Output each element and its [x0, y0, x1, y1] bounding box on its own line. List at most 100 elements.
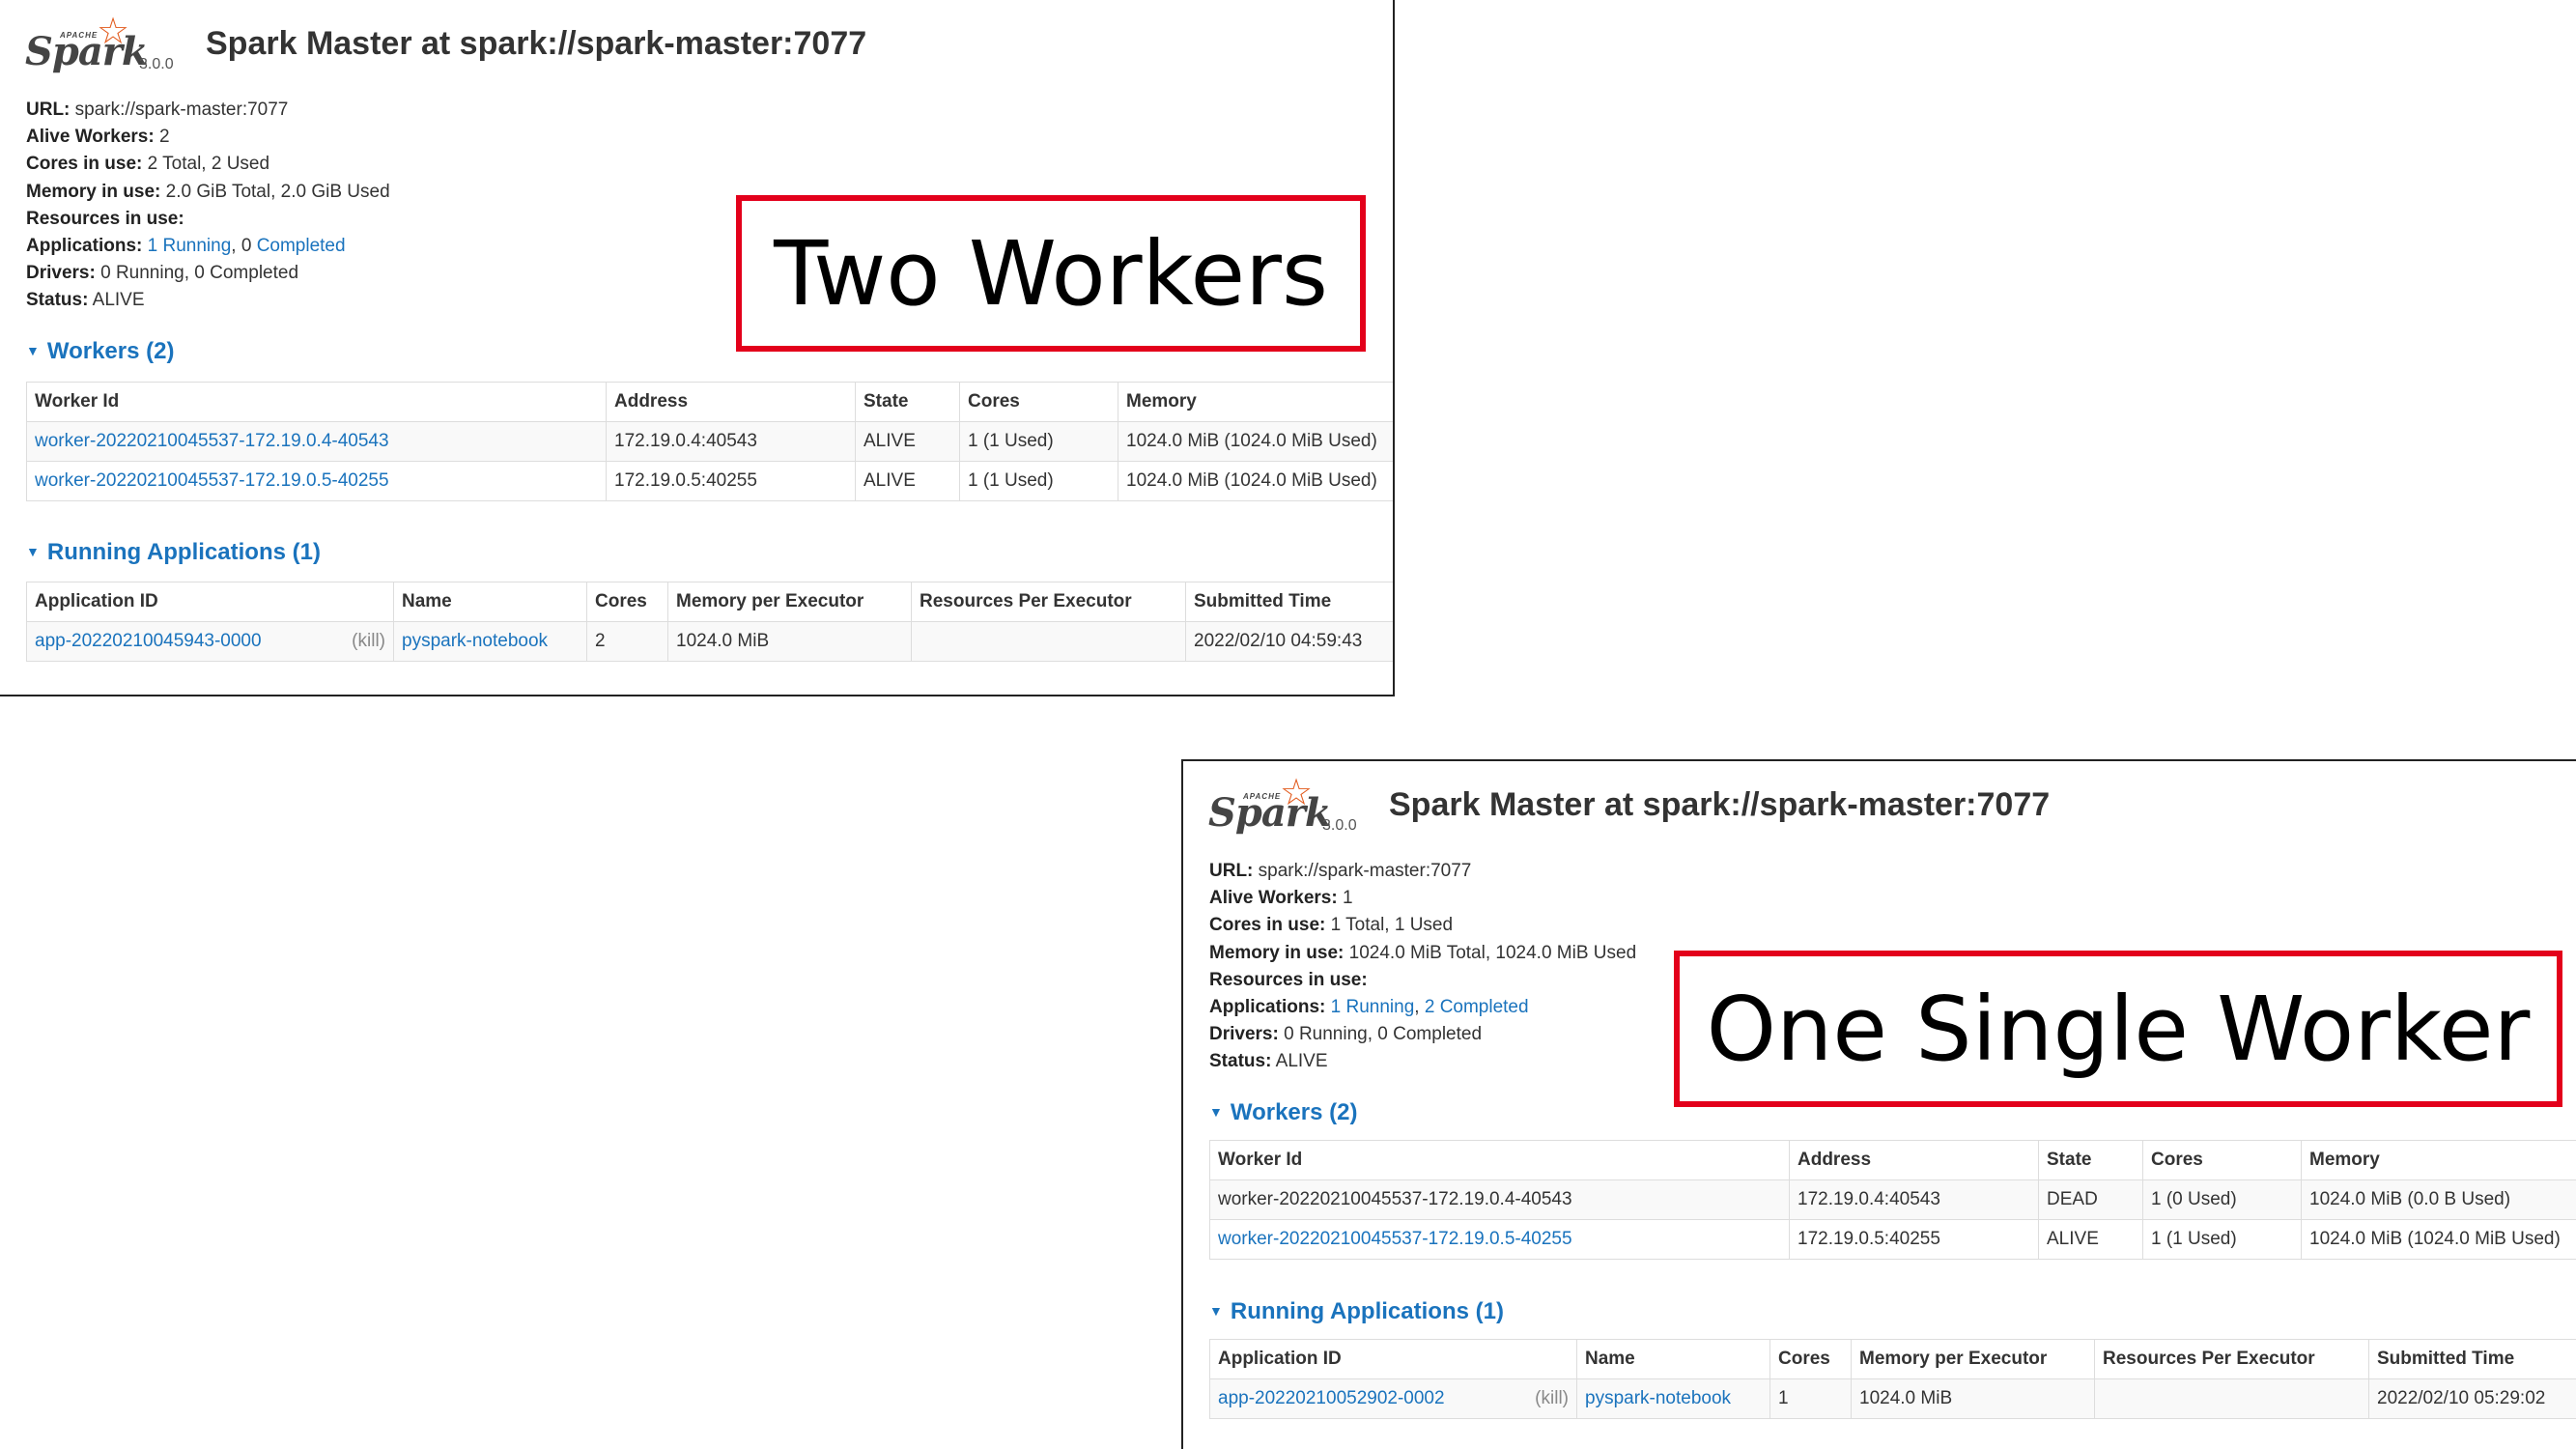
- column-header-submitted-time[interactable]: Submitted Time: [2368, 1339, 2576, 1379]
- page-title: Spark Master at spark://spark-master:707…: [1389, 786, 2051, 823]
- kill-app-link[interactable]: (kill): [1535, 1388, 1569, 1409]
- worker-id-link[interactable]: worker-20220210045537-172.19.0.5-40255: [1218, 1229, 1572, 1249]
- column-header-address[interactable]: Address: [606, 382, 856, 422]
- column-header-application-id[interactable]: Application ID: [1209, 1339, 1577, 1379]
- column-header-memory[interactable]: Memory: [2301, 1140, 2576, 1180]
- worker-address: 172.19.0.4:40543: [1789, 1179, 2039, 1220]
- column-header-memory-per-executor[interactable]: Memory per Executor: [1851, 1339, 2095, 1379]
- master-summary: URL: spark://spark-master:7077 Alive Wor…: [26, 97, 390, 315]
- caret-down-icon: ▼: [1209, 1104, 1223, 1120]
- summary-drivers: Drivers: 0 Running, 0 Completed: [26, 263, 299, 284]
- table-row: app-20220210052902-0002 (kill) pyspark-no…: [1209, 1378, 2576, 1419]
- workers-table: Worker Id Address State Cores Memory wor…: [1209, 1140, 2576, 1260]
- summary-resources: Resources in use:: [26, 208, 184, 229]
- worker-state: DEAD: [2038, 1179, 2143, 1220]
- worker-cores: 1 (1 Used): [959, 461, 1118, 501]
- summary-drivers: Drivers: 0 Running, 0 Completed: [1209, 1024, 1483, 1045]
- column-header-memory-per-executor[interactable]: Memory per Executor: [667, 582, 912, 622]
- worker-state: ALIVE: [855, 421, 960, 462]
- column-header-resources-per-executor[interactable]: Resources Per Executor: [911, 582, 1186, 622]
- summary-memory: Memory in use: 2.0 GiB Total, 2.0 GiB Us…: [26, 181, 390, 202]
- worker-address: 172.19.0.4:40543: [606, 421, 856, 462]
- apps-running-link[interactable]: 1 Running: [1331, 997, 1415, 1017]
- summary-cores: Cores in use: 2 Total, 2 Used: [26, 154, 270, 175]
- summary-status: Status: ALIVE: [26, 290, 145, 311]
- running-apps-table: Application ID Name Cores Memory per Exe…: [1209, 1339, 2576, 1419]
- column-header-cores[interactable]: Cores: [586, 582, 668, 622]
- summary-memory: Memory in use: 1024.0 MiB Total, 1024.0 …: [1209, 942, 1637, 963]
- column-header-worker-id[interactable]: Worker Id: [1209, 1140, 1790, 1180]
- spark-star-icon: ☆: [97, 12, 130, 52]
- summary-url: URL: spark://spark-master:7077: [26, 99, 289, 120]
- summary-url: URL: spark://spark-master:7077: [1209, 861, 1472, 881]
- table-row: worker-20220210045537-172.19.0.5-40255 1…: [26, 461, 1393, 501]
- column-header-memory[interactable]: Memory: [1118, 382, 1393, 422]
- summary-alive-workers: Alive Workers: 1: [1209, 888, 1353, 909]
- app-memory-per-executor: 1024.0 MiB: [667, 621, 912, 662]
- table-row: worker-20220210045537-172.19.0.4-40543 1…: [1209, 1179, 2576, 1220]
- worker-id-dead: worker-20220210045537-172.19.0.4-40543: [1209, 1179, 1790, 1220]
- worker-memory: 1024.0 MiB (1024.0 MiB Used): [2301, 1219, 2576, 1260]
- worker-cores: 1 (0 Used): [2142, 1179, 2302, 1220]
- caret-down-icon: ▼: [26, 544, 40, 559]
- logo-apache-text: APACHE: [1243, 792, 1282, 801]
- app-submitted-time: 2022/02/10 05:29:02: [2368, 1378, 2576, 1419]
- table-row: worker-20220210045537-172.19.0.5-40255 1…: [1209, 1219, 2576, 1260]
- application-name-link[interactable]: pyspark-notebook: [1585, 1388, 1731, 1408]
- apps-running-link[interactable]: 1 Running: [148, 236, 232, 256]
- spark-master-page-two-workers: Spark APACHE ☆ 3.0.0 Spark Master at spa…: [0, 0, 1395, 696]
- workers-section-toggle[interactable]: ▼ Workers (2): [1209, 1099, 1357, 1126]
- page-header: Spark APACHE ☆ 3.0.0 Spark Master at spa…: [1208, 773, 2541, 838]
- column-header-worker-id[interactable]: Worker Id: [26, 382, 607, 422]
- worker-id-link[interactable]: worker-20220210045537-172.19.0.4-40543: [35, 431, 389, 451]
- column-header-state[interactable]: State: [2038, 1140, 2143, 1180]
- column-header-address[interactable]: Address: [1789, 1140, 2039, 1180]
- app-submitted-time: 2022/02/10 04:59:43: [1185, 621, 1393, 662]
- worker-address: 172.19.0.5:40255: [1789, 1219, 2039, 1260]
- master-summary: URL: spark://spark-master:7077 Alive Wor…: [1209, 858, 1636, 1076]
- worker-memory: 1024.0 MiB (1024.0 MiB Used): [1118, 461, 1393, 501]
- column-header-cores[interactable]: Cores: [1769, 1339, 1852, 1379]
- column-header-submitted-time[interactable]: Submitted Time: [1185, 582, 1393, 622]
- application-id-link[interactable]: app-20220210052902-0002: [1218, 1388, 1445, 1408]
- workers-table: Worker Id Address State Cores Memory wor…: [26, 382, 1393, 501]
- column-header-cores[interactable]: Cores: [959, 382, 1118, 422]
- annotation-callout: One Single Worker: [1674, 951, 2562, 1107]
- application-id-link[interactable]: app-20220210045943-0000: [35, 631, 262, 651]
- running-apps-section-toggle[interactable]: ▼ Running Applications (1): [26, 539, 321, 566]
- running-apps-section-toggle[interactable]: ▼ Running Applications (1): [1209, 1298, 1504, 1325]
- column-header-state[interactable]: State: [855, 382, 960, 422]
- apps-completed-link[interactable]: Completed: [257, 236, 346, 256]
- worker-state: ALIVE: [2038, 1219, 2143, 1260]
- spark-version: 3.0.0: [139, 56, 174, 72]
- column-header-name[interactable]: Name: [1576, 1339, 1770, 1379]
- worker-state: ALIVE: [855, 461, 960, 501]
- page-header: Spark APACHE ☆ 3.0.0 Spark Master at spa…: [25, 12, 1358, 77]
- summary-applications: Applications: 1 Running, 0 Completed: [26, 235, 346, 256]
- caret-down-icon: ▼: [26, 343, 40, 358]
- annotation-callout: Two Workers: [736, 195, 1366, 352]
- spark-version: 3.0.0: [1322, 817, 1357, 834]
- spark-logo[interactable]: Spark APACHE ☆ 3.0.0: [25, 12, 180, 77]
- summary-status: Status: ALIVE: [1209, 1051, 1328, 1072]
- application-name-link[interactable]: pyspark-notebook: [402, 631, 548, 651]
- worker-address: 172.19.0.5:40255: [606, 461, 856, 501]
- spark-logo[interactable]: Spark APACHE ☆ 3.0.0: [1208, 773, 1363, 838]
- worker-id-link[interactable]: worker-20220210045537-172.19.0.5-40255: [35, 470, 389, 491]
- workers-section-toggle[interactable]: ▼ Workers (2): [26, 338, 174, 365]
- table-row: worker-20220210045537-172.19.0.4-40543 1…: [26, 421, 1393, 462]
- column-header-cores[interactable]: Cores: [2142, 1140, 2302, 1180]
- kill-app-link[interactable]: (kill): [352, 631, 385, 652]
- app-resources-per-executor: [911, 621, 1186, 662]
- app-cores: 2: [586, 621, 668, 662]
- caret-down-icon: ▼: [1209, 1303, 1223, 1319]
- column-header-resources-per-executor[interactable]: Resources Per Executor: [2094, 1339, 2369, 1379]
- column-header-application-id[interactable]: Application ID: [26, 582, 394, 622]
- app-resources-per-executor: [2094, 1378, 2369, 1419]
- app-cores: 1: [1769, 1378, 1852, 1419]
- apps-completed-link[interactable]: 2 Completed: [1425, 997, 1529, 1017]
- app-memory-per-executor: 1024.0 MiB: [1851, 1378, 2095, 1419]
- worker-memory: 1024.0 MiB (0.0 B Used): [2301, 1179, 2576, 1220]
- table-row: app-20220210045943-0000 (kill) pyspark-no…: [26, 621, 1393, 662]
- column-header-name[interactable]: Name: [393, 582, 587, 622]
